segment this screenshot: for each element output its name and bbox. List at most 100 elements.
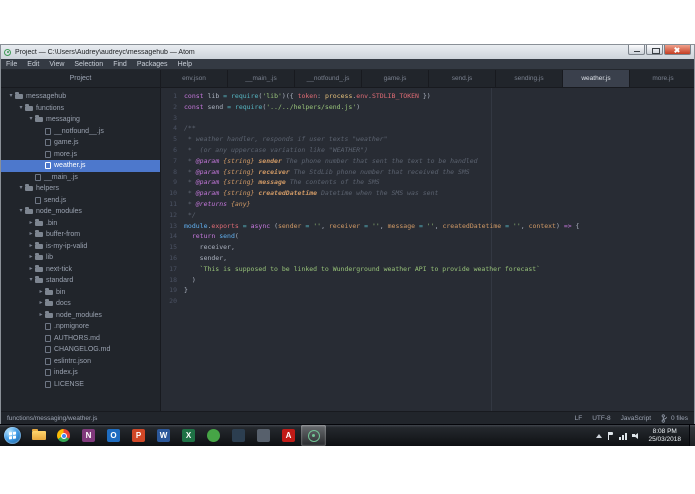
tab-sending.js[interactable]: sending.js (496, 70, 563, 87)
chevron-right-icon[interactable]: ▸ (27, 218, 35, 230)
maximize-button[interactable] (646, 45, 663, 55)
chevron-down-icon[interactable]: ▾ (27, 275, 35, 287)
tree-item-index.js[interactable]: index.js (1, 367, 160, 379)
tree-item-buffer-from[interactable]: ▸ buffer-from (1, 229, 160, 241)
word-icon[interactable]: W (151, 425, 176, 446)
tree-item-lib[interactable]: ▸ lib (1, 252, 160, 264)
tree-item-__main_.js[interactable]: __main_.js (1, 172, 160, 184)
onenote-icon[interactable]: N (76, 425, 101, 446)
menu-help[interactable]: Help (173, 59, 197, 70)
tree-item-node_modules[interactable]: ▾ node_modules (1, 206, 160, 218)
tab-send.js[interactable]: send.js (429, 70, 496, 87)
tree-item-docs[interactable]: ▸ docs (1, 298, 160, 310)
chevron-right-icon[interactable]: ▸ (27, 264, 35, 276)
clock-time: 8:08 PM (652, 427, 677, 435)
minimize-button[interactable] (628, 45, 645, 55)
line-content: /** (184, 124, 196, 133)
status-language[interactable]: JavaScript (621, 415, 651, 422)
line-number: 13 (169, 221, 177, 230)
line-number: 2 (173, 102, 177, 111)
tree-item-standard[interactable]: ▾ standard (1, 275, 160, 287)
tab-label: env.json (182, 75, 206, 82)
title-bar[interactable]: Project — C:\Users\Audrey\audreyc\messag… (1, 45, 694, 59)
tab-__notfound_.js[interactable]: __notfound_.js (295, 70, 362, 87)
hidden-icons-button[interactable] (596, 433, 603, 438)
tree-item-__notfound__.js[interactable]: __notfound__.js (1, 126, 160, 138)
window-title: Project — C:\Users\Audrey\audreyc\messag… (15, 48, 195, 56)
atom-icon[interactable] (301, 425, 326, 446)
volume-icon[interactable] (632, 432, 640, 440)
tree-item-LICENSE[interactable]: LICENSE (1, 379, 160, 391)
tree-item-functions[interactable]: ▾ functions (1, 103, 160, 115)
chevron-right-icon[interactable]: ▸ (37, 287, 45, 299)
action-center-icon[interactable] (607, 431, 614, 440)
tree-item-eslintrc.json[interactable]: eslintrc.json (1, 356, 160, 368)
tree-item-send.js[interactable]: send.js (1, 195, 160, 207)
tab-label: __main_.js (245, 75, 277, 82)
chevron-right-icon[interactable]: ▸ (27, 229, 35, 241)
tab-weather.js[interactable]: weather.js (563, 70, 630, 87)
tab-env.json[interactable]: env.json (161, 70, 228, 87)
tree-item-label: LICENSE (54, 380, 84, 388)
menu-file[interactable]: File (1, 59, 22, 70)
tree-item-more.js[interactable]: more.js (1, 149, 160, 161)
show-desktop-button[interactable] (689, 425, 695, 446)
tree-item-label: node_modules (36, 208, 82, 215)
start-button[interactable] (4, 427, 21, 444)
tree-item-is-my-ip-valid[interactable]: ▸ is-my-ip-valid (1, 241, 160, 253)
menu-edit[interactable]: Edit (22, 59, 44, 70)
outlook-icon[interactable]: O (101, 425, 126, 446)
menu-find[interactable]: Find (108, 59, 132, 70)
folder-icon (25, 207, 33, 215)
media-app-icon[interactable] (201, 425, 226, 446)
menu-selection[interactable]: Selection (69, 59, 108, 70)
menu-view[interactable]: View (44, 59, 69, 70)
chevron-down-icon[interactable]: ▾ (27, 114, 35, 126)
tree-item-bin[interactable]: ▸ bin (1, 287, 160, 299)
tree-item-.npmignore[interactable]: .npmignore (1, 321, 160, 333)
tree-item-helpers[interactable]: ▾ helpers (1, 183, 160, 195)
tab-bar: env.json __main_.js __notfound_.js game.js s… (161, 70, 694, 87)
dev-app-icon[interactable] (226, 425, 251, 446)
tab-more.js[interactable]: more.js (630, 70, 694, 87)
tree-item-node_modules[interactable]: ▸ node_modules (1, 310, 160, 322)
tree-item-CHANGELOG.md[interactable]: CHANGELOG.md (1, 344, 160, 356)
powerpoint-icon[interactable]: P (126, 425, 151, 446)
chrome-icon[interactable] (51, 425, 76, 446)
tree-item-.bin[interactable]: ▸ .bin (1, 218, 160, 230)
chevron-right-icon[interactable]: ▸ (37, 310, 45, 322)
taskbar-clock[interactable]: 8:08 PM 25/03/2018 (648, 428, 681, 444)
line-content: const send = require('../../helpers/send… (184, 102, 361, 111)
acrobat-icon[interactable]: A (276, 425, 301, 446)
tab-__main_.js[interactable]: __main_.js (228, 70, 295, 87)
tree-item-messagehub[interactable]: ▾ messagehub (1, 91, 160, 103)
tree-item-AUTHORS.md[interactable]: AUTHORS.md (1, 333, 160, 345)
chevron-down-icon[interactable]: ▾ (7, 91, 15, 103)
tab-game.js[interactable]: game.js (362, 70, 429, 87)
chevron-down-icon[interactable]: ▾ (17, 183, 25, 195)
menu-packages[interactable]: Packages (132, 59, 173, 70)
tree-item-weather.js[interactable]: weather.js (1, 160, 160, 172)
tree-item-game.js[interactable]: game.js (1, 137, 160, 149)
utility-app-icon[interactable] (251, 425, 276, 446)
code-line-13: 13 module.exports = async (sender = '', r… (161, 221, 694, 232)
chevron-down-icon[interactable]: ▾ (17, 103, 25, 115)
code-editor[interactable]: 1 const lib = require('lib')({ token: pro… (161, 88, 694, 411)
git-status[interactable]: 0 files (661, 413, 688, 423)
chevron-down-icon[interactable]: ▾ (17, 206, 25, 218)
line-content: } (184, 286, 188, 295)
status-encoding[interactable]: UTF-8 (592, 415, 610, 422)
tree-item-next-tick[interactable]: ▸ next-tick (1, 264, 160, 276)
chevron-right-icon[interactable]: ▸ (27, 252, 35, 264)
chevron-right-icon[interactable]: ▸ (37, 298, 45, 310)
tree-item-label: messagehub (26, 93, 67, 100)
explorer-icon[interactable] (26, 425, 51, 446)
network-icon[interactable] (619, 432, 628, 440)
tree-item-messaging[interactable]: ▾ messaging (1, 114, 160, 126)
chevron-right-icon[interactable]: ▸ (27, 241, 35, 253)
status-line-ending[interactable]: LF (575, 415, 583, 422)
close-button[interactable] (664, 45, 691, 55)
excel-icon[interactable]: X (176, 425, 201, 446)
code-line-1: 1 const lib = require('lib')({ token: pro… (161, 91, 694, 102)
status-file-path[interactable]: functions/messaging/weather.js (7, 415, 575, 422)
